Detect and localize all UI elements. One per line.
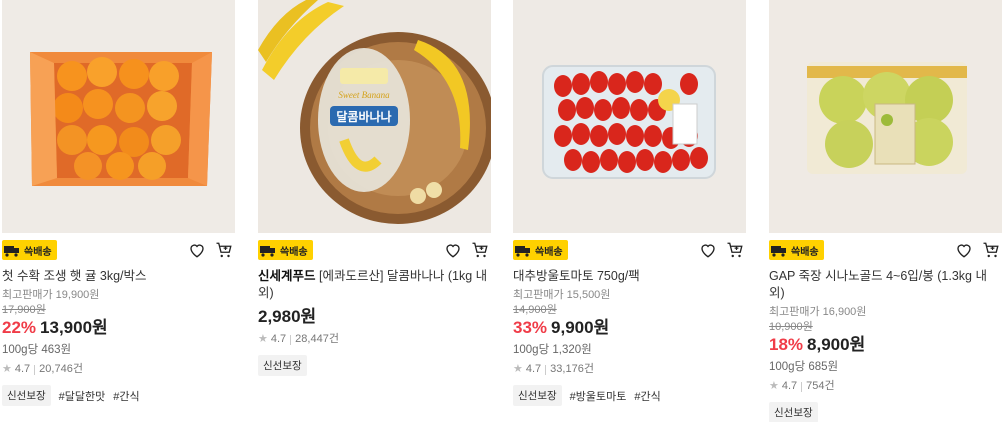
product-title[interactable]: GAP 죽장 시나노골드 4~6입/봉 (1.3kg 내외) [769, 268, 1002, 302]
sale-price: 22% 13,900원 [2, 317, 235, 339]
truck-icon [4, 244, 20, 257]
badge-label: 쓱배송 [535, 246, 563, 258]
max-sale-price: 최고판매가 16,900원 [769, 306, 867, 318]
star-icon: ★ [2, 363, 12, 375]
product-image-banana[interactable]: Sweet Banana 달콤바나나 [258, 0, 491, 233]
cart-icon[interactable] [215, 241, 233, 259]
price-value: 13,900원 [40, 318, 108, 337]
cart-icon[interactable] [726, 241, 744, 259]
price-value: 8,900원 [807, 335, 866, 354]
review-count: 754건 [806, 380, 835, 392]
product-title[interactable]: 신세계푸드 [에콰도르산] 달콤바나나 (1kg 내외) [258, 268, 491, 302]
heart-icon[interactable] [444, 241, 462, 259]
product-title[interactable]: 첫 수확 조생 햇 귤 3kg/박스 [2, 268, 235, 285]
strikethrough-price: 17,900원 [2, 304, 46, 316]
bag-label: 달콤바나나 [336, 109, 391, 124]
price-value: 2,980원 [258, 307, 317, 326]
hashtag[interactable]: #간식 [634, 388, 660, 404]
cart-icon[interactable] [471, 241, 489, 259]
product-image-tangerine[interactable] [2, 0, 235, 233]
review-count: 20,746건 [39, 363, 83, 375]
max-sale-price: 최고판매가 15,500원 [513, 289, 611, 301]
product-title[interactable]: 대추방울토마토 750g/팩 [513, 268, 746, 285]
discount-rate: 33% [513, 318, 548, 337]
hashtag[interactable]: #달달한맛 [59, 388, 106, 404]
product-image-apple[interactable] [769, 0, 1002, 233]
fresh-guarantee-chip: 신선보장 [258, 355, 307, 376]
brand-name[interactable]: 신세계푸드 [258, 269, 316, 283]
review-count: 33,176건 [550, 363, 594, 375]
product-card-banana[interactable]: Sweet Banana 달콤바나나 쓱배송 신세계푸드 [에콰도르산] 달콤바… [258, 0, 491, 376]
rating-value: 4.7 [270, 333, 287, 345]
truck-icon [771, 244, 787, 257]
product-card-tangerine[interactable]: 쓱배송 첫 수확 조생 햇 귤 3kg/박스 최고판매가 19,900원 17,… [2, 0, 235, 406]
bag-script: Sweet Banana [338, 90, 390, 100]
product-grid: 쓱배송 첫 수확 조생 햇 귤 3kg/박스 최고판매가 19,900원 17,… [0, 0, 1004, 422]
badge-label: 쓱배송 [24, 246, 52, 258]
star-icon: ★ [769, 380, 779, 392]
star-icon: ★ [258, 333, 268, 345]
product-name[interactable]: 첫 수확 조생 햇 귤 3kg/박스 [2, 269, 147, 283]
review-count: 28,447건 [295, 333, 339, 345]
truck-icon [260, 244, 276, 257]
badge-label: 쓱배송 [280, 246, 308, 258]
max-sale-price: 최고판매가 19,900원 [2, 289, 100, 301]
tag-row: 신선보장 #달달한맛 #간식 [2, 385, 235, 406]
discount-rate: 22% [2, 318, 37, 337]
fresh-guarantee-chip: 신선보장 [2, 385, 51, 406]
fresh-guarantee-chip: 신선보장 [513, 385, 562, 406]
unit-price: 100g당 463원 [2, 344, 72, 356]
unit-price: 100g당 1,320원 [513, 344, 592, 356]
discount-rate: 18% [769, 335, 804, 354]
product-card-tomato[interactable]: 쓱배송 대추방울토마토 750g/팩 최고판매가 15,500원 14,900원… [513, 0, 746, 406]
rating-value: 4.7 [14, 363, 31, 375]
unit-price: 100g당 685원 [769, 361, 839, 373]
product-card-apple[interactable]: 쓱배송 GAP 죽장 시나노골드 4~6입/봉 (1.3kg 내외) 최고판매가… [769, 0, 1002, 422]
rating-row: ★ 4.7 20,746건 [2, 362, 235, 377]
ssg-delivery-badge: 쓱배송 [769, 240, 824, 260]
ssg-delivery-badge: 쓱배송 [258, 240, 313, 260]
product-name[interactable]: GAP 죽장 시나노골드 4~6입/봉 (1.3kg 내외) [769, 269, 987, 300]
product-name[interactable]: 대추방울토마토 750g/팩 [513, 269, 640, 283]
heart-icon[interactable] [188, 241, 206, 259]
product-image-tomato[interactable] [513, 0, 746, 233]
ssg-delivery-badge: 쓱배송 [2, 240, 57, 260]
tag-row: 신선보장 #방울토마토 #간식 [513, 385, 746, 406]
strikethrough-price: 14,900원 [513, 304, 557, 316]
sale-price: 33% 9,900원 [513, 317, 746, 339]
sale-price: 18% 8,900원 [769, 334, 1002, 356]
truck-icon [515, 244, 531, 257]
rating-row: ★ 4.7 33,176건 [513, 362, 746, 377]
cart-icon[interactable] [982, 241, 1000, 259]
badge-label: 쓱배송 [791, 246, 819, 258]
rating-row: ★ 4.7 754건 [769, 379, 1002, 394]
heart-icon[interactable] [699, 241, 717, 259]
hashtag[interactable]: #방울토마토 [570, 388, 627, 404]
tag-row: 신선보장 [258, 355, 491, 376]
tag-row: 신선보장 [769, 402, 1002, 422]
rating-row: ★ 4.7 28,447건 [258, 332, 491, 347]
star-icon: ★ [513, 363, 523, 375]
ssg-delivery-badge: 쓱배송 [513, 240, 568, 260]
rating-value: 4.7 [525, 363, 542, 375]
strikethrough-price: 10,900원 [769, 321, 813, 333]
fresh-guarantee-chip: 신선보장 [769, 402, 818, 422]
price-value: 9,900원 [551, 318, 610, 337]
sale-price: 2,980원 [258, 306, 491, 328]
hashtag[interactable]: #간식 [113, 388, 139, 404]
rating-value: 4.7 [781, 380, 798, 392]
heart-icon[interactable] [955, 241, 973, 259]
